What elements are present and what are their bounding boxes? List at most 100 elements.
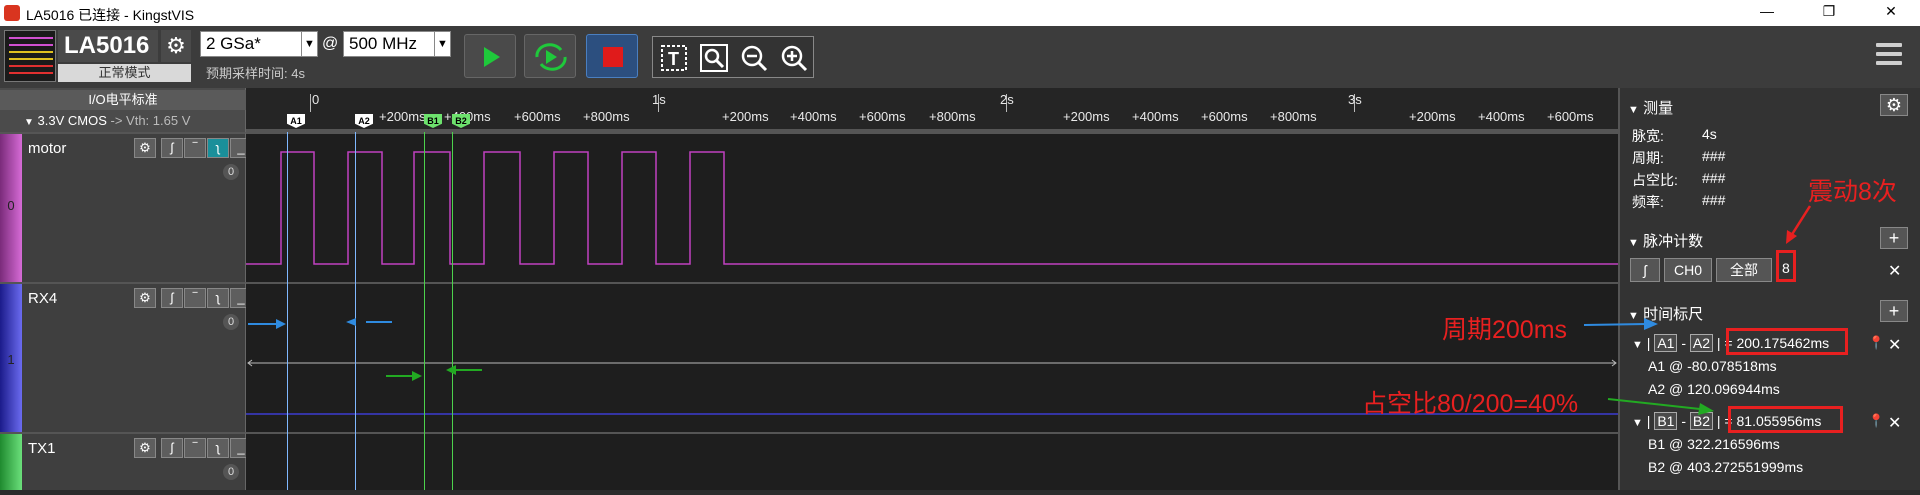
pulse-channel-select[interactable]: CH0 bbox=[1664, 258, 1712, 282]
start-button[interactable] bbox=[464, 34, 516, 78]
cursor-b2-marker[interactable]: B2 bbox=[452, 114, 470, 128]
text-tool-icon[interactable]: T bbox=[659, 43, 689, 73]
svg-text:T: T bbox=[668, 49, 679, 69]
stop-button[interactable] bbox=[586, 34, 638, 78]
search-tool-icon[interactable] bbox=[699, 43, 729, 73]
measure-value: ### bbox=[1702, 148, 1726, 164]
trigger-high-icon[interactable]: ‾ bbox=[184, 138, 206, 158]
io-level-title: I/O电平标准 bbox=[0, 90, 246, 110]
trigger-falling-icon[interactable]: ʅ bbox=[207, 138, 229, 158]
io-level-select[interactable]: ▼ 3.3V CMOS -> Vth: 1.65 V bbox=[24, 113, 190, 128]
close-icon[interactable]: ✕ bbox=[1888, 335, 1901, 355]
trigger-rising-icon[interactable]: ʃ bbox=[161, 438, 183, 458]
channel-index: 0 bbox=[7, 198, 15, 213]
ruler-a1-position: A1 @ -80.078518ms bbox=[1648, 358, 1777, 374]
pulse-count-title: 脉冲计数 bbox=[1643, 233, 1704, 250]
device-logo-icon bbox=[4, 30, 56, 82]
trigger-rising-icon[interactable]: ʃ bbox=[161, 288, 183, 308]
channel-row-rx4: 1 RX4 ⚙ ʃ ‾ ʅ _ 0 bbox=[0, 282, 252, 432]
loop-play-icon bbox=[535, 43, 567, 71]
measure-section-title[interactable]: ▼ 测量 bbox=[1628, 97, 1673, 118]
time-ruler-section-title[interactable]: ▼ 时间标尺 bbox=[1628, 303, 1703, 324]
maximize-button[interactable]: ❐ bbox=[1814, 3, 1844, 23]
channel-count-badge: 0 bbox=[223, 314, 239, 330]
channel-settings-gear-icon[interactable]: ⚙ bbox=[134, 138, 156, 158]
duty-highlight bbox=[1728, 406, 1843, 433]
io-level-header: I/O电平标准 ▼ 3.3V CMOS -> Vth: 1.65 V bbox=[0, 88, 246, 132]
sample-rate-select[interactable]: 2 GSa* ▼ bbox=[200, 31, 318, 57]
triangle-down-icon: ▼ bbox=[1628, 104, 1639, 116]
add-time-ruler-button[interactable]: + bbox=[1880, 300, 1908, 322]
cursor-a2-marker[interactable]: A2 bbox=[355, 114, 373, 128]
zoom-out-icon[interactable] bbox=[739, 43, 769, 73]
chevron-down-icon[interactable]: ▼ bbox=[434, 32, 450, 56]
add-pulse-count-button[interactable]: + bbox=[1880, 227, 1908, 249]
estimated-sample-time: 预期采样时间: 4s bbox=[206, 66, 305, 81]
ruler-b2-position: B2 @ 403.272551999ms bbox=[1648, 459, 1804, 475]
sample-rate-value: 2 GSa* bbox=[206, 34, 261, 53]
close-icon[interactable]: ✕ bbox=[1888, 413, 1901, 433]
channel-name[interactable]: RX4 bbox=[28, 290, 57, 307]
cursor-b1-marker[interactable]: B1 bbox=[424, 114, 442, 128]
device-name: LA5016 bbox=[58, 30, 158, 62]
measure-row: 频率: ### bbox=[1632, 192, 1725, 212]
pulse-edge-select[interactable]: ʃ bbox=[1630, 258, 1660, 282]
chevron-down-icon[interactable]: ▼ bbox=[301, 32, 317, 56]
time-ruler[interactable]: 0 1s 2s 3s +200ms +400ms +600ms +800ms +… bbox=[246, 88, 1618, 132]
trigger-rising-icon[interactable]: ʃ bbox=[161, 138, 183, 158]
ruler-b-end: B2 bbox=[1689, 412, 1714, 430]
channel-settings-gear-icon[interactable]: ⚙ bbox=[134, 438, 156, 458]
frequency-value: 500 MHz bbox=[349, 34, 418, 53]
io-vth: -> Vth: 1.65 V bbox=[110, 113, 191, 128]
measure-row: 周期: ### bbox=[1632, 148, 1725, 168]
close-button[interactable]: ✕ bbox=[1876, 3, 1906, 23]
device-settings-gear-icon[interactable]: ⚙ bbox=[161, 30, 191, 62]
measure-row: 占空比: ### bbox=[1632, 170, 1725, 190]
annotation-shake-count: 震动8次 bbox=[1808, 178, 1897, 206]
ruler-minor-label: +200ms bbox=[1409, 109, 1456, 124]
measure-value: ### bbox=[1702, 170, 1726, 186]
trigger-falling-icon[interactable]: ʅ bbox=[207, 438, 229, 458]
time-ruler-title: 时间标尺 bbox=[1643, 306, 1704, 323]
ruler-minor-label: +200ms bbox=[379, 109, 426, 124]
ruler-minor-label: +400ms bbox=[1478, 109, 1525, 124]
cursor-a1-marker[interactable]: A1 bbox=[287, 114, 305, 128]
frequency-select[interactable]: 500 MHz ▼ bbox=[343, 31, 451, 57]
period-highlight bbox=[1726, 328, 1848, 355]
channel-name[interactable]: motor bbox=[28, 140, 66, 157]
ruler-minor-label: +400ms bbox=[1132, 109, 1179, 124]
pin-icon[interactable]: 📍 bbox=[1868, 413, 1884, 429]
zoom-in-icon[interactable] bbox=[779, 43, 809, 73]
triangle-down-icon: ▼ bbox=[1628, 237, 1639, 249]
channel-row-motor: 0 motor ⚙ ʃ ‾ ʅ _ 0 bbox=[0, 132, 252, 282]
at-label: @ bbox=[322, 35, 339, 52]
io-level-value: 3.3V CMOS bbox=[37, 113, 107, 128]
minimize-button[interactable]: — bbox=[1752, 3, 1782, 23]
toolbar: LA5016 ⚙ 正常模式 2 GSa* ▼ @ 500 MHz ▼ 预期采样时… bbox=[0, 26, 1920, 88]
measure-value: ### bbox=[1702, 192, 1726, 208]
triangle-down-icon: ▼ bbox=[1628, 310, 1639, 322]
ruler-b-start: B1 bbox=[1654, 412, 1678, 430]
pulse-range-select[interactable]: 全部 bbox=[1716, 258, 1772, 282]
channel-settings-gear-icon[interactable]: ⚙ bbox=[134, 288, 156, 308]
ruler-minor-label: +600ms bbox=[514, 109, 561, 124]
ruler-a-end: A2 bbox=[1689, 334, 1714, 352]
channel-row-tx1: TX1 ⚙ ʃ ‾ ʅ _ 0 bbox=[0, 432, 252, 490]
trigger-high-icon[interactable]: ‾ bbox=[184, 438, 206, 458]
measure-label: 脉宽: bbox=[1632, 128, 1664, 144]
close-icon[interactable]: ✕ bbox=[1888, 261, 1901, 281]
hamburger-menu-icon[interactable] bbox=[1876, 43, 1902, 69]
pin-icon[interactable]: 📍 bbox=[1868, 335, 1884, 351]
channel-name[interactable]: TX1 bbox=[28, 440, 56, 457]
triangle-down-icon: ▼ bbox=[1632, 417, 1643, 429]
trigger-falling-icon[interactable]: ʅ bbox=[207, 288, 229, 308]
pulse-count-section-title[interactable]: ▼ 脉冲计数 bbox=[1628, 230, 1703, 251]
channel-count-badge: 0 bbox=[223, 464, 239, 480]
ruler-tick bbox=[310, 94, 311, 112]
annotation-period: 周期200ms bbox=[1442, 316, 1568, 344]
trigger-high-icon[interactable]: ‾ bbox=[184, 288, 206, 308]
play-icon bbox=[484, 47, 500, 67]
stop-icon bbox=[603, 47, 623, 67]
measure-settings-gear-icon[interactable]: ⚙ bbox=[1880, 94, 1908, 116]
loop-start-button[interactable] bbox=[524, 34, 576, 78]
